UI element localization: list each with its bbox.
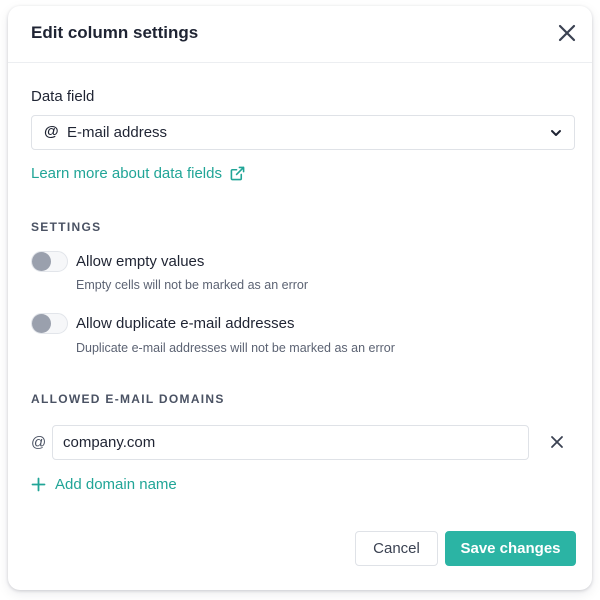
data-field-selected-value: E-mail address bbox=[67, 124, 168, 141]
plus-icon bbox=[31, 477, 46, 492]
allow-empty-values-label: Allow empty values bbox=[76, 253, 205, 270]
add-domain-button[interactable]: Add domain name bbox=[31, 476, 177, 493]
allow-empty-values-description: Empty cells will not be marked as an err… bbox=[76, 278, 309, 292]
close-button[interactable] bbox=[556, 22, 578, 44]
allow-empty-values-toggle[interactable] bbox=[31, 251, 68, 272]
remove-domain-button[interactable] bbox=[550, 435, 564, 449]
allow-duplicates-toggle[interactable] bbox=[31, 313, 68, 334]
allow-duplicates-description: Duplicate e-mail addresses will not be m… bbox=[76, 341, 395, 355]
close-icon bbox=[551, 436, 563, 448]
cancel-button[interactable]: Cancel bbox=[355, 531, 438, 566]
dialog-header: Edit column settings bbox=[8, 6, 592, 63]
edit-column-dialog: Edit column settings Data field @ E-mail… bbox=[8, 6, 592, 590]
settings-section-title: SETTINGS bbox=[31, 220, 102, 234]
learn-more-link[interactable]: Learn more about data fields bbox=[31, 165, 245, 182]
toggle-knob bbox=[32, 314, 51, 333]
chevron-down-icon bbox=[551, 130, 561, 136]
data-field-label: Data field bbox=[31, 88, 95, 105]
add-domain-label: Add domain name bbox=[55, 476, 177, 493]
at-sign-icon: @ bbox=[44, 123, 59, 140]
toggle-knob bbox=[32, 252, 51, 271]
allowed-domains-section-title: ALLOWED E-MAIL DOMAINS bbox=[31, 392, 225, 406]
domain-input[interactable] bbox=[52, 425, 529, 460]
external-link-icon bbox=[230, 166, 245, 181]
close-icon bbox=[558, 24, 576, 42]
dialog-title: Edit column settings bbox=[31, 23, 199, 42]
allow-duplicates-label: Allow duplicate e-mail addresses bbox=[76, 315, 295, 332]
learn-more-label: Learn more about data fields bbox=[31, 165, 222, 182]
domain-prefix: @ bbox=[31, 434, 47, 451]
save-changes-button[interactable]: Save changes bbox=[445, 531, 576, 566]
data-field-select[interactable]: @ E-mail address bbox=[31, 115, 575, 150]
